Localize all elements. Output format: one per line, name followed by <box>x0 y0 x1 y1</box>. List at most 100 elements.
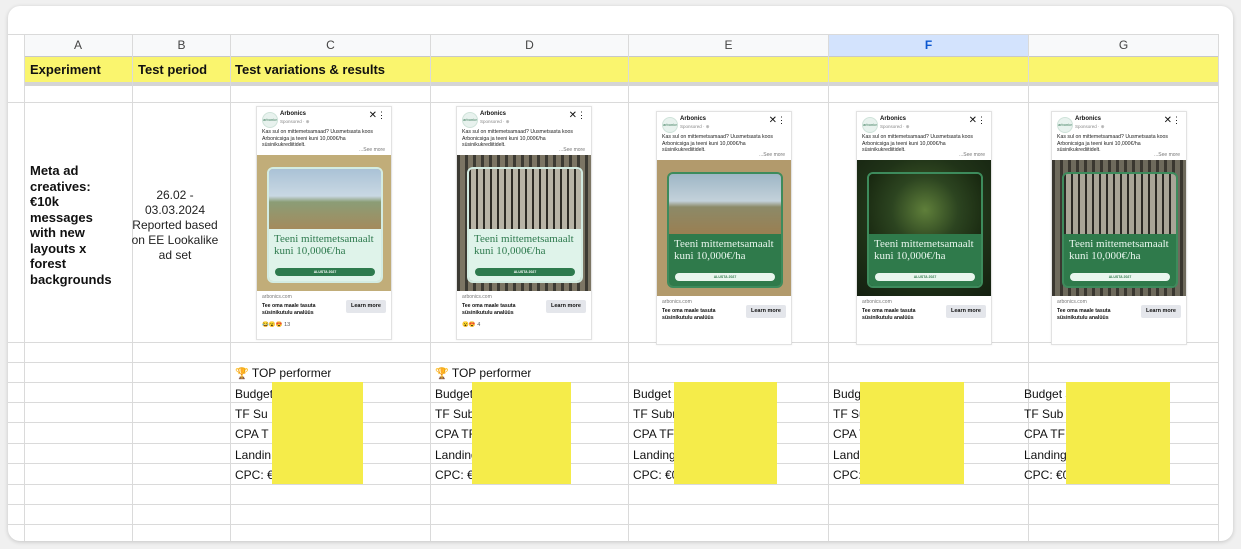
ad-creative-f[interactable]: arbonics Arbonics Sponsored · ⊕ ✕ ⋮ Kas … <box>856 111 992 345</box>
ad-cta: ALUSTA 2027 <box>475 268 575 276</box>
redaction-mask <box>472 382 571 484</box>
result-landing-c[interactable]: Landin <box>235 448 271 462</box>
close-icon: ✕ <box>568 110 577 121</box>
field-photo <box>669 174 781 234</box>
ad-image: Teeni mittemetsamaalt kuni 10,000€/ha AL… <box>457 155 591 291</box>
ad-sponsored: Sponsored · ⊕ <box>280 119 310 124</box>
column-header-c[interactable]: C <box>231 34 430 57</box>
ad-copy: Kas sul on mittemetsamaad? Uusmetsasta k… <box>262 129 385 153</box>
pine-photo <box>869 174 981 234</box>
grid-line <box>8 504 1218 505</box>
grid-line <box>8 342 1218 343</box>
ad-headline: Teeni mittemetsamaalt kuni 10,000€/ha <box>474 233 574 257</box>
ad-image: Teeni mittemetsamaalt kuni 10,000€/ha AL… <box>657 160 791 296</box>
result-budget-d[interactable]: Budget <box>435 387 473 401</box>
forest-photo <box>1064 174 1176 234</box>
ad-creative-g[interactable]: arbonics Arbonics Sponsored · ⊕ ✕ ⋮ Kas … <box>1051 111 1187 345</box>
result-cpc-g[interactable]: CPC: €0 <box>1024 468 1069 482</box>
ad-cta: ALUSTA 2027 <box>875 273 975 281</box>
grid-line <box>230 34 231 541</box>
result-landing-g[interactable]: Landing <box>1024 448 1067 462</box>
result-cpa-d[interactable]: CPA TF <box>435 427 476 441</box>
brand-logo: arbonics <box>662 117 678 133</box>
ad-sponsored: Sponsored · ⊕ <box>880 124 910 129</box>
ad-image: Teeni mittemetsamaalt kuni 10,000€/ha AL… <box>857 160 991 296</box>
learn-more-button[interactable]: Learn more <box>946 305 986 318</box>
result-budget-c[interactable]: Budget <box>235 387 273 401</box>
redaction-mask <box>272 382 363 484</box>
ad-headline: Teeni mittemetsamaalt kuni 10,000€/ha <box>674 238 774 262</box>
learn-more-button[interactable]: Learn more <box>346 300 386 313</box>
brand-logo: arbonics <box>862 117 878 133</box>
grid-line <box>828 34 829 541</box>
ad-creative-c[interactable]: arbonics Arbonics Sponsored · ⊕ ✕ ⋮ Kas … <box>256 106 392 340</box>
learn-more-button[interactable]: Learn more <box>746 305 786 318</box>
more-vert-icon: ⋮ <box>977 115 986 125</box>
column-header-e[interactable]: E <box>629 34 828 57</box>
ad-brand: Arbonics <box>280 111 307 117</box>
ad-inner-frame: Teeni mittemetsamaalt kuni 10,000€/ha AL… <box>267 167 383 283</box>
ad-inner-frame: Teeni mittemetsamaalt kuni 10,000€/ha AL… <box>467 167 583 283</box>
ad-image: Teeni mittemetsamaalt kuni 10,000€/ha AL… <box>257 155 391 291</box>
grid-line <box>8 524 1218 525</box>
grid-line <box>24 34 25 541</box>
learn-more-button[interactable]: Learn more <box>1141 305 1181 318</box>
experiment-name-cell[interactable]: Meta ad creatives: €10k messages with ne… <box>30 163 120 287</box>
test-period-cell[interactable]: 26.02 - 03.03.2024 Reported based on EE … <box>126 188 224 263</box>
learn-more-button[interactable]: Learn more <box>546 300 586 313</box>
trophy-icon: 🏆 <box>235 368 249 380</box>
spreadsheet-card: A B C D E F G Experiment Test period Tes… <box>8 6 1233 541</box>
ad-headline: Teeni mittemetsamaalt kuni 10,000€/ha <box>1069 238 1169 262</box>
result-cpa-c[interactable]: CPA T <box>235 427 269 441</box>
more-vert-icon: ⋮ <box>777 115 786 125</box>
ad-creative-d[interactable]: arbonics Arbonics Sponsored · ⊕ ✕ ⋮ Kas … <box>456 106 592 340</box>
grid-line <box>8 463 1218 464</box>
ad-brand: Arbonics <box>680 116 707 122</box>
top-performer-c[interactable]: 🏆 TOP performer <box>235 366 331 380</box>
grid-line <box>1028 34 1029 541</box>
ad-brand: Arbonics <box>880 116 907 122</box>
ad-sponsored: Sponsored · ⊕ <box>680 124 710 129</box>
result-cpc-c[interactable]: CPC: € <box>235 468 274 482</box>
result-cpa-g[interactable]: CPA TF <box>1024 427 1065 441</box>
redaction-mask <box>860 382 964 484</box>
grid-line <box>8 382 1218 383</box>
result-tf-c[interactable]: TF Su <box>235 407 268 421</box>
grid-line <box>1218 34 1219 541</box>
grid-line <box>8 362 1218 363</box>
ad-brand: Arbonics <box>480 111 507 117</box>
more-vert-icon: ⋮ <box>1172 115 1181 125</box>
result-budget-g[interactable]: Budget s <box>1024 387 1071 401</box>
forest-photo <box>469 169 581 229</box>
ad-copy: Kas sul on mittemetsamaad? Uusmetsasta k… <box>662 134 785 158</box>
top-performer-d[interactable]: 🏆 TOP performer <box>435 366 531 380</box>
column-header-a[interactable]: A <box>24 34 132 57</box>
column-header-b[interactable]: B <box>133 34 230 57</box>
result-tf-g[interactable]: TF Sub <box>1024 407 1063 421</box>
ad-cta: ALUSTA 2027 <box>1070 273 1170 281</box>
grid-line <box>628 34 629 541</box>
ad-copy: Kas sul on mittemetsamaad? Uusmetsasta k… <box>862 134 985 158</box>
ad-creative-e[interactable]: arbonics Arbonics Sponsored · ⊕ ✕ ⋮ Kas … <box>656 111 792 345</box>
test-period-header[interactable]: Test period <box>138 62 207 77</box>
ad-image: Teeni mittemetsamaalt kuni 10,000€/ha AL… <box>1052 160 1186 296</box>
trophy-icon: 🏆 <box>435 368 449 380</box>
variations-header[interactable]: Test variations & results <box>235 62 385 77</box>
column-header-g[interactable]: G <box>1029 34 1218 57</box>
experiment-header[interactable]: Experiment <box>30 62 101 77</box>
ad-copy: Kas sul on mittemetsamaad? Uusmetsasta k… <box>1057 134 1180 158</box>
ad-sponsored: Sponsored · ⊕ <box>1075 124 1105 129</box>
close-icon: ✕ <box>968 115 977 126</box>
brand-logo: arbonics <box>1057 117 1073 133</box>
more-vert-icon: ⋮ <box>577 110 586 120</box>
ad-cta: ALUSTA 2027 <box>275 268 375 276</box>
ad-headline: Teeni mittemetsamaalt kuni 10,000€/ha <box>274 233 374 257</box>
ad-foot-title: Tee oma maale tasuta süsinikutulu analüü… <box>262 303 316 316</box>
column-header-f[interactable]: F <box>829 34 1028 57</box>
close-icon: ✕ <box>1163 115 1172 126</box>
column-header-d[interactable]: D <box>431 34 628 57</box>
ad-foot-title: Tee oma maale tasuta süsinikutulu analüü… <box>462 303 516 316</box>
ad-foot-title: Tee oma maale tasuta süsinikutulu analüü… <box>1057 308 1111 321</box>
frozen-row-divider <box>24 82 1218 86</box>
grid-line <box>430 34 431 541</box>
